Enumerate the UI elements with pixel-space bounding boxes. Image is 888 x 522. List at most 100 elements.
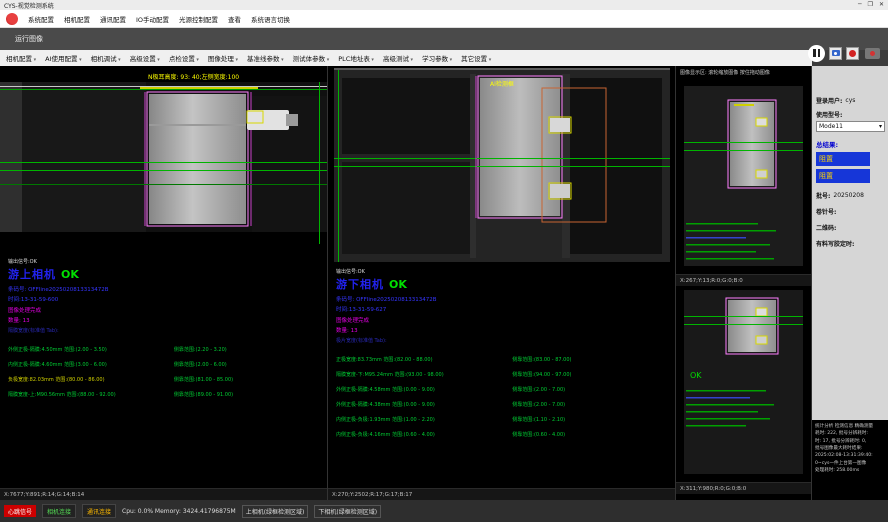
cpu-memory-text: Cpu: 0.0% Memory: 3424.41796875M bbox=[122, 508, 236, 515]
glue-timer-label: 有料写胶定时: bbox=[816, 239, 885, 248]
minimize-button[interactable]: ─ bbox=[858, 0, 862, 10]
app-logo-icon bbox=[6, 13, 18, 25]
tool-learn-params[interactable]: 学习参数 bbox=[422, 53, 452, 63]
measurement-row: 负极宽度:82.03mm 范围:(80.00 - 86.00)侧靠范围:(81.… bbox=[8, 376, 327, 383]
result-ok-badge: OK bbox=[61, 268, 79, 281]
tool-plc-table[interactable]: PLC地址表 bbox=[338, 53, 374, 63]
status-taskbar: 心跳信号 相机连接 通讯连接 Cpu: 0.0% Memory: 3424.41… bbox=[0, 500, 888, 522]
tab-strip: 运行图像 bbox=[0, 28, 888, 50]
stats-line: 2025:02:08-13:31:39:40: bbox=[815, 452, 885, 459]
upper-camera-view: N极耳高度: 93: 40;左侧宽度:100 输出信号:OK 游上相机 OK 条… bbox=[0, 66, 328, 500]
count-text: 数量: 13 bbox=[8, 316, 327, 324]
measure-green-line bbox=[334, 158, 670, 159]
main-area: N极耳高度: 93: 40;左侧宽度:100 输出信号:OK 游上相机 OK 条… bbox=[0, 66, 888, 500]
menu-item-comm-config[interactable]: 通讯配置 bbox=[100, 14, 126, 24]
tool-image-processing[interactable]: 图像处理 bbox=[208, 53, 238, 63]
toolbar-row: 相机配置 AI使用配置 相机调试 高级设置 点检设置 图像处理 基准线参数 测试… bbox=[0, 50, 888, 66]
tool-camera-config[interactable]: 相机配置 bbox=[6, 53, 36, 63]
measure-green-line bbox=[0, 162, 327, 163]
measure-subtitle: 隔膜宽度(标准值 Tab): bbox=[8, 327, 327, 334]
chevron-down-icon: ▾ bbox=[879, 123, 882, 130]
login-user-value: cys bbox=[845, 97, 855, 104]
tool-camera-debug[interactable]: 相机调试 bbox=[91, 53, 121, 63]
lower-camera-legend: 下相机(绿框检测区域) bbox=[314, 505, 381, 518]
pause-button[interactable] bbox=[808, 45, 825, 62]
model-select[interactable]: Mode11 ▾ bbox=[816, 121, 885, 132]
measurement-row: 隔膜宽度-下:M95.24mm 范围:(93.00 - 98.00)侧靠范围:(… bbox=[336, 371, 675, 378]
menubar: 系统配置 相机配置 通讯配置 IO手动配置 光源控制配置 查看 系统语言切换 bbox=[0, 10, 888, 28]
result-status-box: 阻置 bbox=[816, 152, 870, 166]
menu-item-light-control[interactable]: 光源控制配置 bbox=[179, 14, 218, 24]
camera-icon bbox=[832, 50, 840, 56]
batch-value: 20250208 bbox=[833, 192, 864, 199]
stats-line: 批号图像最大耗时结果: bbox=[815, 445, 885, 452]
roller-surface bbox=[149, 94, 246, 224]
menu-item-language[interactable]: 系统语言切换 bbox=[251, 14, 290, 24]
record-button[interactable] bbox=[846, 47, 859, 60]
window-controls: ─ ❐ ✕ bbox=[858, 0, 884, 10]
info-sidebar: 登录用户: cys 使用型号: Mode11 ▾ 总结果: 阻置 阻置 批号: … bbox=[812, 66, 888, 500]
camera-result-title: 游下相机 bbox=[336, 276, 384, 292]
batch-label: 批号: bbox=[816, 191, 830, 200]
baseline-green-line bbox=[0, 89, 327, 90]
process-status: 图像处理完成 bbox=[336, 316, 675, 324]
pixel-coord-bar: X:267;Y:13;R:0;G:0;B:0 bbox=[676, 274, 811, 286]
tool-baseline-params[interactable]: 基准线参数 bbox=[247, 53, 284, 63]
output-signal: 输出信号:OK bbox=[8, 258, 327, 265]
titlebar: CYS-视觉检测系统 ─ ❐ ✕ bbox=[0, 0, 888, 10]
maximize-button[interactable]: ❐ bbox=[868, 0, 873, 10]
menu-item-camera-config[interactable]: 相机配置 bbox=[64, 14, 90, 24]
viewer-hint: 图像显示区: 滚轮缩放图像 按住拖动图像 bbox=[676, 66, 811, 78]
heartbeat-indicator: 心跳信号 bbox=[4, 505, 36, 517]
tool-advanced-settings[interactable]: 高级设置 bbox=[130, 53, 160, 63]
tool-spot-check[interactable]: 点检设置 bbox=[169, 53, 199, 63]
model-label: 使用型号: bbox=[816, 110, 885, 119]
tool-ai-config[interactable]: AI使用配置 bbox=[45, 53, 81, 63]
process-status: 图像处理完成 bbox=[8, 306, 327, 314]
upper-camera-image[interactable]: N极耳高度: 93: 40;左侧宽度:100 bbox=[0, 66, 327, 256]
tool-other-settings[interactable]: 其它设置 bbox=[461, 53, 491, 63]
mini-ok-label: OK bbox=[690, 371, 702, 380]
pause-icon bbox=[818, 49, 821, 57]
measurement-row: 外侧正极-隔膜:4.50mm 范围:(2.00 - 3.50)侧靠范围:(2.2… bbox=[8, 346, 327, 353]
tab-height-label: N极耳高度: 93: 40;左侧宽度:100 bbox=[148, 73, 239, 81]
stats-line: 0~cys一件上台第一图像 bbox=[815, 460, 885, 467]
close-button[interactable]: ✕ bbox=[879, 0, 884, 10]
measurement-row: 外侧正极-隔膜:4.58mm 范围:(0.00 - 9.00)侧靠范围:(2.0… bbox=[336, 386, 675, 393]
upper-result-overlay: 输出信号:OK 游上相机 OK 条码号: OFFIine202502081331… bbox=[0, 256, 327, 488]
camera-capture-button[interactable] bbox=[829, 47, 842, 60]
panel-surface bbox=[480, 78, 560, 216]
tool-testbody-params[interactable]: 测试体参数 bbox=[293, 53, 330, 63]
measurement-row: 内侧正极-负极:1.93mm 范围:(1.00 - 2.20)侧靠范围:(1.1… bbox=[336, 416, 675, 423]
barcode-text: 条码号: OFFIine2025020813313472B bbox=[8, 285, 327, 293]
count-text: 数量: 13 bbox=[336, 326, 675, 334]
window-title: CYS-视觉检测系统 bbox=[4, 1, 54, 10]
tab-object bbox=[247, 110, 289, 130]
barcode-text: 条码号: OFFIine2025020813313472B bbox=[336, 295, 675, 303]
qrcode-label: 二维码: bbox=[816, 223, 885, 232]
pixel-coord-bar: X:270;Y:2502;R:17;G:17;B:17 bbox=[328, 488, 675, 500]
lower-camera-view: AI检测框 输出信号:OK 游下相机 OK 条码号: OFFIine202502… bbox=[328, 66, 676, 500]
lower-camera-image[interactable]: AI检测框 bbox=[328, 66, 675, 266]
measurement-rows: 正极宽度:83.73mm 范围:(82.00 - 88.00)侧靠范围:(83.… bbox=[336, 356, 675, 438]
menu-item-system-config[interactable]: 系统配置 bbox=[28, 14, 54, 24]
needle-label: 卷针号: bbox=[816, 207, 885, 216]
comm-link-indicator: 通讯连接 bbox=[82, 504, 116, 518]
timestamp-text: 时间:13-31-59-627 bbox=[336, 305, 675, 313]
output-signal: 输出信号:OK bbox=[336, 268, 675, 275]
tool-advanced-test[interactable]: 高级测试 bbox=[383, 53, 413, 63]
toolbar: 相机配置 AI使用配置 相机调试 高级设置 点检设置 图像处理 基准线参数 测试… bbox=[0, 50, 812, 66]
menu-item-view[interactable]: 查看 bbox=[228, 14, 241, 24]
menu-item-io-manual[interactable]: IO手动配置 bbox=[136, 14, 169, 24]
stats-line: 时: 17, 批号分辨耗时: 0, bbox=[815, 438, 885, 445]
measure-subtitle: 极片宽度(标准值 Tab): bbox=[336, 337, 675, 344]
app-window: CYS-视觉检测系统 ─ ❐ ✕ 系统配置 相机配置 通讯配置 IO手动配置 光… bbox=[0, 0, 888, 522]
result-ok-badge: OK bbox=[389, 278, 407, 291]
mini-view-top[interactable] bbox=[676, 78, 811, 274]
login-user-label: 登录用户: bbox=[816, 96, 842, 105]
camera-link-indicator: 相机连接 bbox=[42, 504, 76, 518]
mini-view-bottom[interactable]: OK bbox=[676, 286, 811, 482]
measurement-rows: 外侧正极-隔膜:4.50mm 范围:(2.00 - 3.50)侧靠范围:(2.2… bbox=[8, 346, 327, 398]
tab-run-image[interactable]: 运行图像 bbox=[6, 31, 52, 47]
measurement-row: 外侧正极-隔膜:4.38mm 范围:(0.00 - 9.00)侧靠范围:(2.0… bbox=[336, 401, 675, 408]
